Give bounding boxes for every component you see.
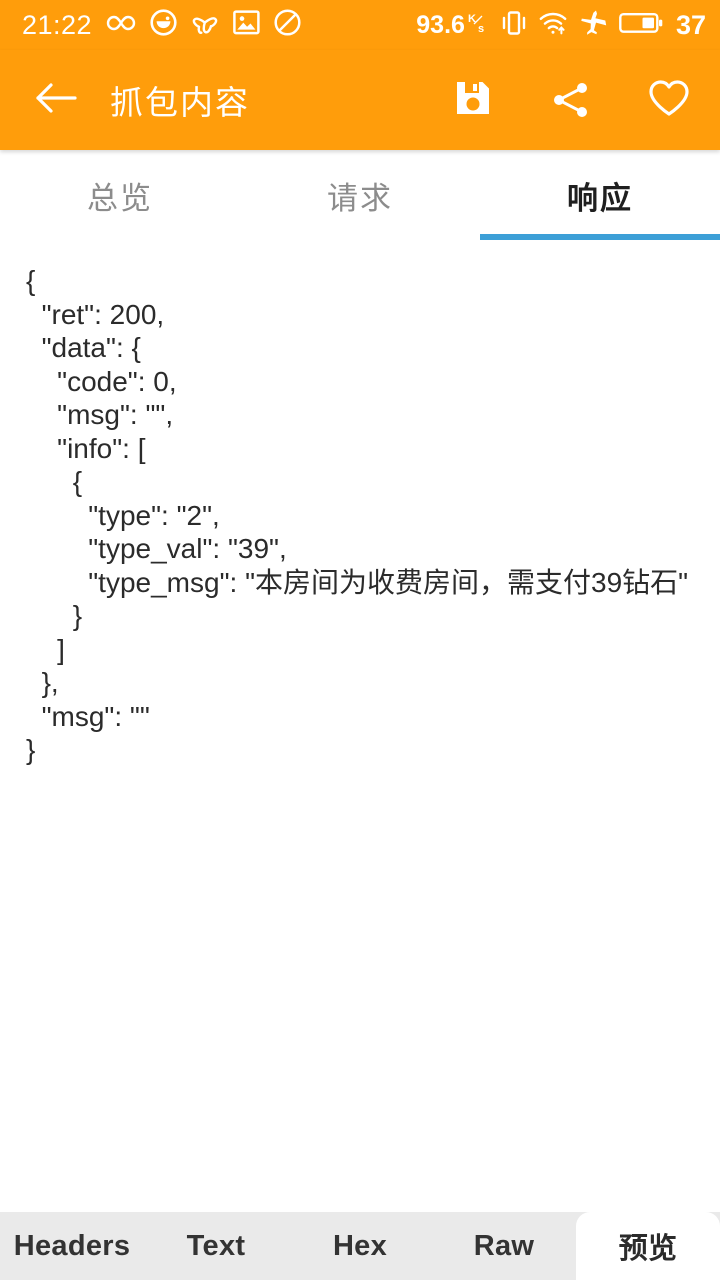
svg-text:s: s (478, 23, 484, 34)
share-button[interactable] (548, 77, 594, 123)
save-icon (453, 78, 493, 123)
bottom-tab-raw[interactable]: Raw (432, 1212, 576, 1280)
network-speed-unit: K s (468, 12, 490, 36)
back-arrow-icon (34, 80, 78, 121)
bottom-tab-preview[interactable]: 预览 (576, 1212, 720, 1280)
wifi-icon (538, 9, 568, 41)
tab-request-label: 请求 (327, 180, 393, 216)
vibrate-icon (501, 9, 527, 42)
battery-percent: 37 (675, 9, 706, 40)
tab-overview-label: 总览 (87, 180, 153, 216)
top-tab-bar: 总览 请求 响应 (0, 150, 720, 240)
status-clock: 21:22 (22, 9, 93, 40)
bottom-tab-headers[interactable]: Headers (0, 1212, 144, 1280)
bottom-tab-raw-label: Raw (473, 1229, 535, 1262)
tab-response-label: 响应 (567, 180, 633, 216)
json-preview-text: { "ret": 200, "data": { "code": 0, "msg"… (26, 265, 689, 765)
bottom-tab-text-label: Text (186, 1229, 246, 1262)
bottom-tab-bar: Headers Text Hex Raw 预览 (0, 1212, 720, 1280)
save-button[interactable] (450, 77, 496, 123)
eye-circle-icon (150, 9, 177, 41)
network-speed-value: 93.6 (416, 10, 465, 39)
battery-icon (619, 11, 663, 40)
knot-icon (191, 9, 219, 41)
tab-request[interactable]: 请求 (240, 150, 480, 240)
status-bar-right: 93.6 K s 37 (416, 9, 706, 42)
favorite-button[interactable] (646, 77, 692, 123)
do-not-disturb-icon (274, 9, 301, 41)
status-bar-left: 21:22 (22, 9, 301, 41)
tab-overview[interactable]: 总览 (0, 150, 240, 240)
response-body-panel[interactable]: { "ret": 200, "data": { "code": 0, "msg"… (0, 240, 720, 1212)
back-button[interactable] (30, 74, 82, 126)
heart-icon (647, 78, 691, 123)
gallery-icon (233, 10, 260, 40)
bottom-tab-preview-label: 预览 (618, 1233, 678, 1265)
bottom-tab-hex-label: Hex (332, 1229, 388, 1262)
airplane-mode-icon (579, 9, 608, 41)
bottom-tab-headers-label: Headers (13, 1229, 131, 1262)
bottom-tab-text[interactable]: Text (144, 1212, 288, 1280)
tab-response[interactable]: 响应 (480, 150, 720, 240)
bottom-tab-hex[interactable]: Hex (288, 1212, 432, 1280)
app-bar: 抓包内容 (0, 50, 720, 150)
app-bar-actions (450, 77, 692, 123)
app-root: 21:22 93.6 K s 37 抓包内容 总览 请求 响应 {"ret":… (0, 0, 720, 1280)
network-speed: 93.6 K s (416, 10, 490, 39)
infinity-icon (106, 11, 136, 40)
page-title: 抓包内容 (110, 84, 250, 121)
status-bar: 21:22 93.6 K s 37 (0, 0, 720, 50)
